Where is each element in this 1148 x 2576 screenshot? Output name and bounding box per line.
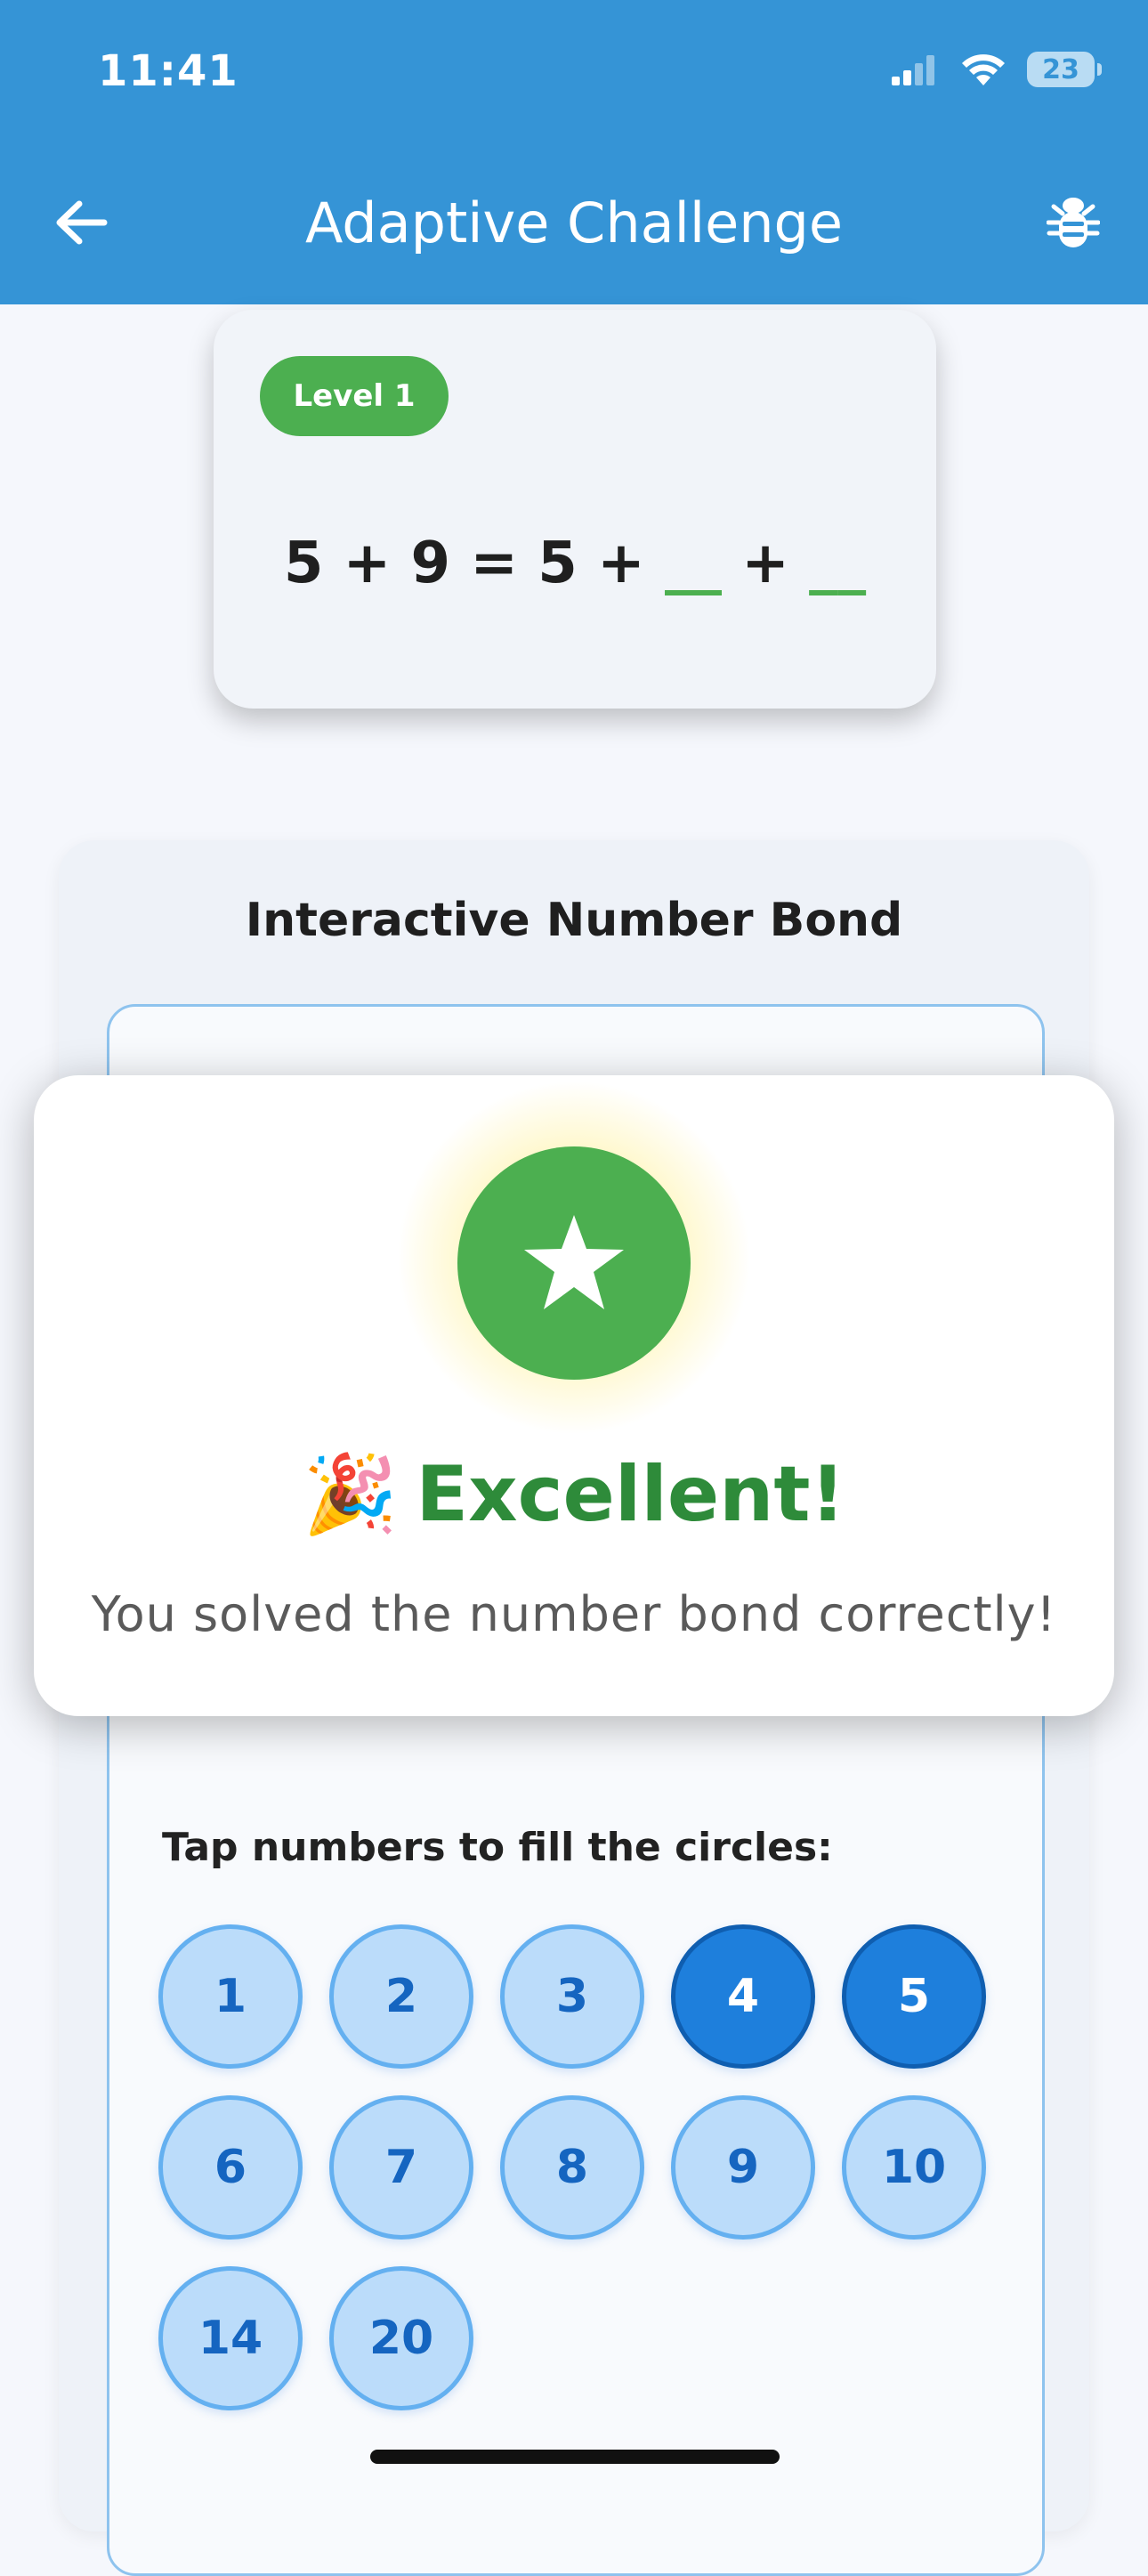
- wifi-icon: [962, 54, 1005, 85]
- equation-left: 5 + 9 = 5 +: [283, 531, 665, 596]
- battery-icon: 23: [1027, 52, 1102, 87]
- equation-operator: +: [721, 531, 810, 596]
- number-bond-title: Interactive Number Bond: [245, 894, 903, 947]
- number-button-3[interactable]: 3: [500, 1924, 644, 2069]
- number-button-4[interactable]: 4: [671, 1924, 815, 2069]
- number-button-20[interactable]: 20: [329, 2266, 473, 2410]
- party-popper-icon: 🎉: [303, 1450, 399, 1539]
- success-message: You solved the number bond correctly!: [91, 1586, 1057, 1642]
- number-button-1[interactable]: 1: [158, 1924, 303, 2069]
- success-badge: [457, 1146, 691, 1380]
- number-button-8[interactable]: 8: [500, 2095, 644, 2240]
- level-badge: Level 1: [260, 356, 449, 436]
- status-icons: 23: [890, 52, 1102, 87]
- success-title: 🎉 Excellent!: [34, 1449, 1114, 1540]
- star-icon: [524, 1215, 624, 1309]
- home-indicator: [370, 2450, 780, 2464]
- equation-card: Level 1 5 + 9 = 5 + __ + __: [214, 310, 936, 709]
- app-header: 11:41 23 Adaptive Challenge: [0, 0, 1148, 304]
- tap-instruction: Tap numbers to fill the circles:: [162, 1825, 833, 1870]
- equation-text: 5 + 9 = 5 + __ + __: [214, 531, 936, 596]
- number-button-14[interactable]: 14: [158, 2266, 303, 2410]
- page-title: Adaptive Challenge: [304, 190, 844, 255]
- number-button-9[interactable]: 9: [671, 2095, 815, 2240]
- number-button-5[interactable]: 5: [842, 1924, 986, 2069]
- number-button-7[interactable]: 7: [329, 2095, 473, 2240]
- cellular-signal-icon: [892, 55, 934, 85]
- success-dialog: 🎉 Excellent! You solved the number bond …: [34, 1075, 1114, 1716]
- status-time: 11:41: [98, 46, 238, 96]
- number-button-10[interactable]: 10: [842, 2095, 986, 2240]
- bug-icon: [1047, 198, 1100, 247]
- debug-button[interactable]: [1038, 187, 1109, 258]
- number-button-6[interactable]: 6: [158, 2095, 303, 2240]
- number-button-2[interactable]: 2: [329, 1924, 473, 2069]
- equation-blank-1: __: [664, 531, 722, 596]
- equation-blank-2: __: [809, 531, 867, 596]
- success-title-text: Excellent!: [416, 1449, 845, 1539]
